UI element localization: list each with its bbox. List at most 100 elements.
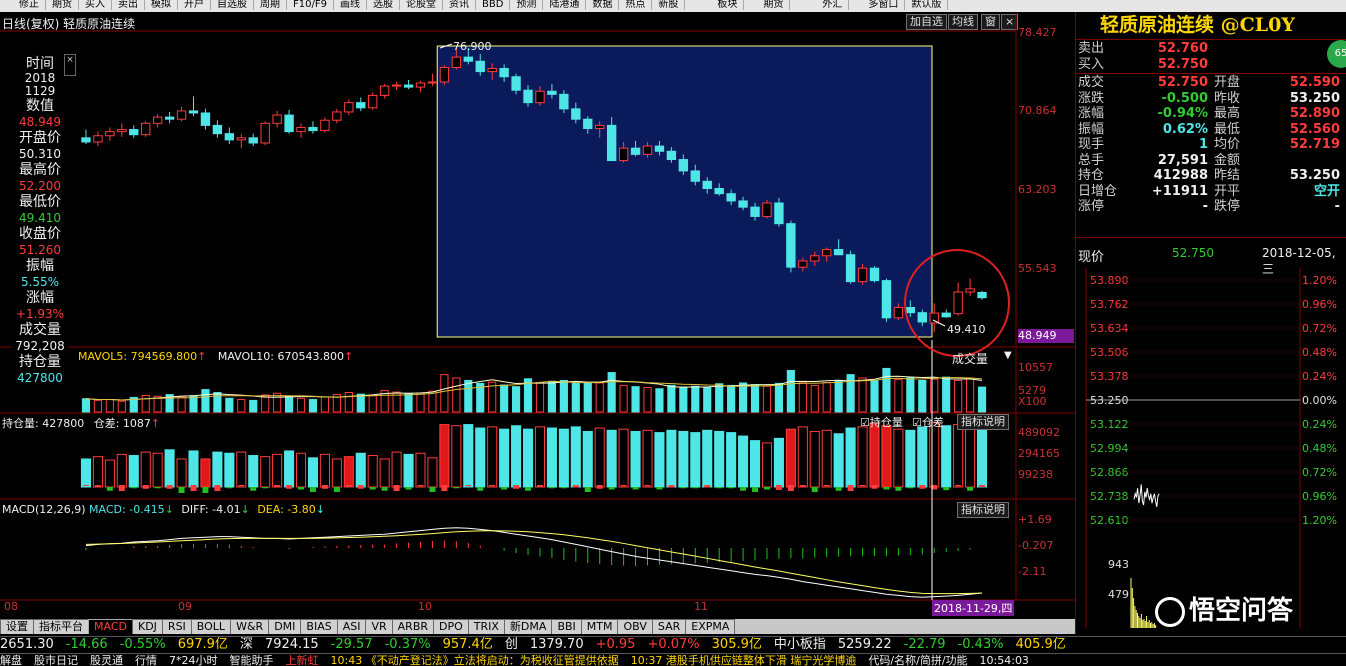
candle (762, 199, 772, 219)
candle-body (320, 119, 330, 132)
quote-stat-l2: 均价 (1214, 137, 1241, 152)
indicator-tab[interactable]: DMI (268, 619, 302, 634)
indicator-tab[interactable]: OBV (617, 619, 653, 634)
candle-body (893, 307, 904, 319)
volume-bar (404, 393, 413, 413)
candle (344, 99, 354, 116)
oi-axis: 489092 294165 99238 (1018, 426, 1060, 481)
ticker-item: 解盘 (0, 654, 22, 666)
volume-bar (954, 379, 963, 413)
oi-diff-bar (608, 487, 615, 490)
oi-diff-bar (357, 485, 364, 489)
quote-stat-l2: 最低 (1214, 121, 1241, 137)
oi-bar (343, 456, 354, 488)
oi-diff-bar (823, 485, 830, 487)
indicator-tab[interactable]: BBI (551, 619, 582, 634)
ticker-item: +0.07% (647, 637, 700, 652)
oi-bar (415, 452, 426, 488)
oi-bar (749, 440, 761, 488)
oi-diff-label: 仓差: 1087 (93, 417, 151, 430)
quote-stat-v2: 53.250 (1289, 90, 1340, 106)
ticker-item: -14.66 (65, 637, 108, 652)
indicator-tab[interactable]: DPO (433, 619, 469, 634)
watermark-logo-icon (1155, 596, 1185, 627)
indicator-tab[interactable]: RSI (161, 619, 192, 634)
indicator-tab[interactable]: 指标平台 (33, 619, 89, 634)
volume-bar (822, 382, 831, 413)
indicator-tab[interactable]: W&R (230, 619, 270, 634)
oi-bar (80, 458, 92, 488)
oi-diff-bar (238, 485, 245, 487)
oi-bar (606, 429, 617, 488)
candle-body (141, 122, 151, 136)
macd-axis-tick: -2.11 (1018, 565, 1047, 578)
candle-body (726, 193, 736, 202)
oi-diff-bar (525, 487, 532, 491)
oi-checkbox[interactable]: ☑持仓量 (860, 414, 903, 430)
oi-diff-bar (955, 485, 962, 487)
chevron-down-icon[interactable]: ▼ (1004, 350, 1012, 361)
candle (141, 121, 151, 137)
ask-price: 52.760 (1157, 41, 1208, 56)
ticker-item: 405.9亿 (1015, 637, 1066, 652)
oi-diff-bar (82, 485, 89, 486)
oi-diff-bar (847, 485, 854, 491)
volume-bar (177, 396, 186, 413)
ticker-item: 股市日记 (34, 654, 78, 666)
intraday-volume-tick: 479 (1108, 588, 1129, 601)
quote-stat-l1: 涨跌 (1078, 90, 1105, 106)
indicator-tab[interactable]: MACD (88, 619, 133, 634)
indicator-tab[interactable]: EXPMA (685, 619, 736, 634)
indicator-tab-bar: 设置 指标平台 MACD KDJ RSI BOLL W&R DMI BIAS ASI VR ARBR D… (0, 619, 1075, 634)
quote-stat-v1: -0.94% (1157, 106, 1209, 121)
diff-checkbox[interactable]: ☑仓差 (912, 414, 944, 430)
price-axis-tick: 63.203 (1018, 183, 1057, 196)
volume-bar (750, 384, 760, 413)
indicator-tab[interactable]: SAR (651, 619, 687, 634)
indicator-tab[interactable]: KDJ (131, 619, 163, 634)
high-price-label: 76.900 (453, 40, 492, 53)
volume-axis-tick: 10557 (1018, 361, 1053, 374)
oi-bar (403, 453, 414, 488)
ticker-item: 305.9亿 (711, 637, 762, 652)
oi-axis-tick: 489092 (1018, 426, 1060, 439)
oi-diff-bar (226, 487, 233, 489)
cursor-date-tag: 2018-11-29,四 (932, 600, 1015, 616)
high-label: 最高价 (19, 162, 61, 178)
indicator-tab[interactable]: BIAS (300, 619, 338, 634)
macd-help-button[interactable]: 指标说明 (957, 502, 1009, 518)
indicator-tab[interactable]: ASI (336, 619, 367, 634)
candle (356, 97, 366, 111)
oi-axis-tick: 294165 (1018, 447, 1060, 460)
indicator-tab[interactable]: 设置 (0, 619, 34, 634)
indicator-tab[interactable]: TRIX (467, 619, 505, 634)
candle-body (332, 111, 342, 121)
candle-body (547, 90, 557, 95)
oi-diff-bar (202, 487, 209, 493)
quote-stat-v1: 1 (1198, 137, 1208, 152)
oi-diff-bar (369, 487, 376, 490)
volume-bar (452, 377, 461, 413)
indicator-tab[interactable]: VR (365, 619, 393, 634)
indicator-tab[interactable]: BOLL (190, 619, 232, 634)
oi-help-button[interactable]: 指标说明 (957, 414, 1009, 430)
indicator-tab[interactable]: ARBR (391, 619, 435, 634)
candle (188, 96, 199, 117)
oi-bar (654, 432, 665, 488)
notification-badge[interactable]: 65 (1327, 40, 1346, 68)
oi-bar (714, 430, 725, 488)
oi-diff-bar (393, 485, 400, 491)
indicator-tab[interactable]: 新DMA (503, 619, 553, 634)
oi-bar (451, 425, 462, 488)
candle-body (475, 60, 485, 73)
oi-bar (200, 458, 211, 488)
candle (403, 79, 414, 90)
panel-close-icon[interactable]: × (64, 54, 76, 76)
oi-diff-bar (967, 487, 974, 491)
open-interest-value: 427800 (17, 371, 63, 385)
indicator-tab[interactable]: MTM (580, 619, 619, 634)
oi-bar (785, 428, 796, 488)
candle-body (798, 260, 808, 268)
quote-stat-v2: 52.590 (1289, 75, 1340, 90)
indicator-selector[interactable]: 成交量 (952, 350, 988, 367)
